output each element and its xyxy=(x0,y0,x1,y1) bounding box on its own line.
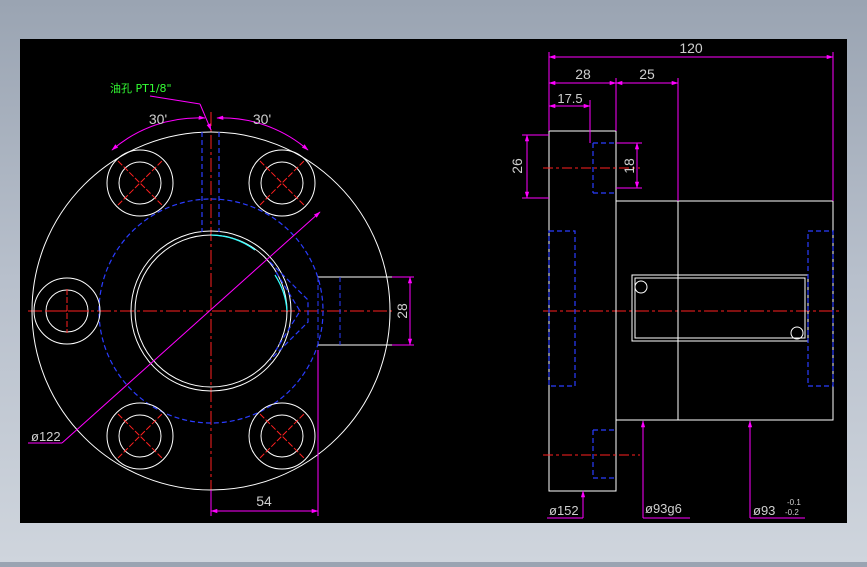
angle-left-label: 30' xyxy=(149,111,167,127)
dim-28-front-label: 28 xyxy=(394,303,410,319)
angle-right-label: 30' xyxy=(253,111,271,127)
dim-120-label: 120 xyxy=(679,40,703,56)
dim-26-label: 26 xyxy=(509,158,525,174)
dia-152-label: ø152 xyxy=(549,503,579,518)
dia-122-label: ø122 xyxy=(31,429,61,444)
dim-54-label: 54 xyxy=(256,493,272,509)
dim-17-5-label: 17.5 xyxy=(557,91,582,106)
drawing-canvas xyxy=(20,39,847,523)
tolerance-upper: -0.1 xyxy=(787,498,801,507)
dim-18-label: 18 xyxy=(621,158,637,174)
dim-28-top-label: 28 xyxy=(575,66,591,82)
tolerance-lower: -0.2 xyxy=(785,508,799,517)
dia-93g6-label: ø93g6 xyxy=(645,501,682,516)
cad-viewport[interactable]: ø122 54 28 30' 30' 油孔 PT1/8" 120 28 25 1… xyxy=(0,0,867,562)
dia-93-label: ø93 xyxy=(753,503,775,518)
oil-hole-note: 油孔 PT1/8" xyxy=(110,81,172,95)
dim-25-label: 25 xyxy=(639,66,655,82)
cad-drawing: ø122 54 28 30' 30' 油孔 PT1/8" 120 28 25 1… xyxy=(20,39,847,523)
